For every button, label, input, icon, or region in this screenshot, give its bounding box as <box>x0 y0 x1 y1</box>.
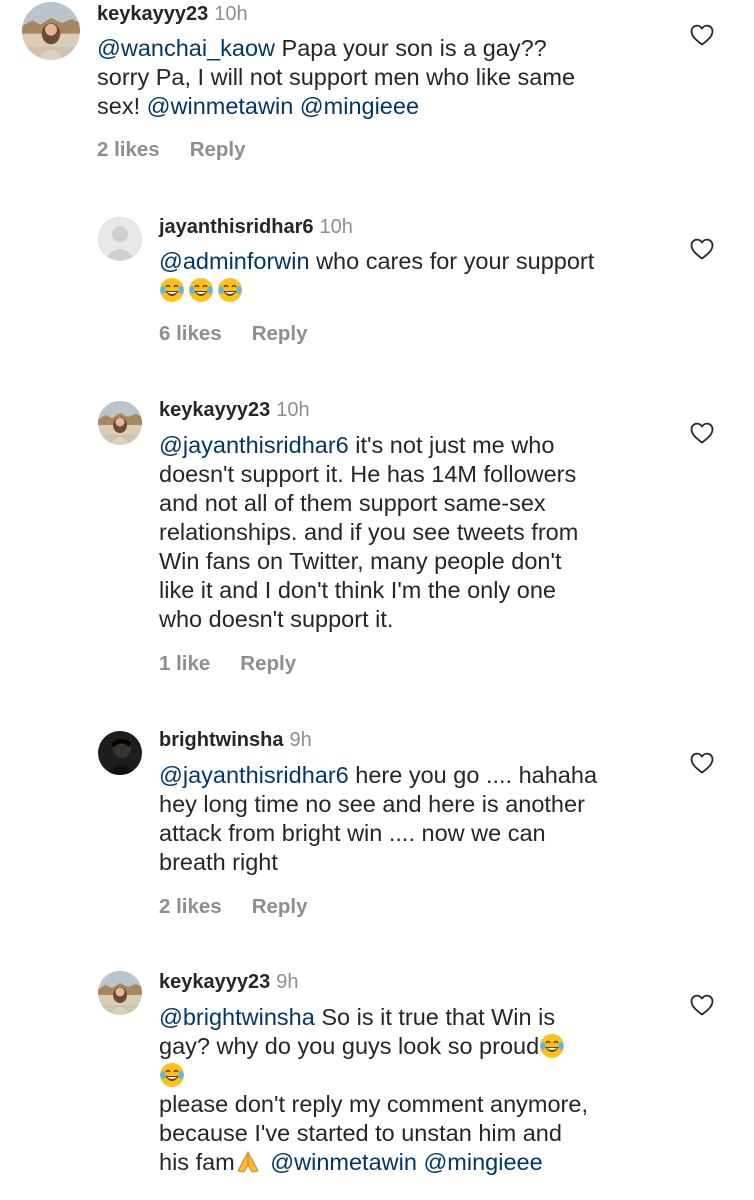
comment-text: @jayanthisridhar6 here you go .... hahah… <box>159 761 597 877</box>
comment-text: @jayanthisridhar6 it's not just me who do… <box>159 431 578 634</box>
comment-text-segment: and not all of them support same-sex <box>159 490 546 516</box>
likes-count[interactable]: 2 likes <box>159 895 222 918</box>
laughing-tears-emoji <box>217 277 243 303</box>
reply-button[interactable]: Reply <box>252 895 308 918</box>
folded-hands-emoji <box>235 1149 261 1175</box>
comment-header: keykayyy23 10h <box>97 2 248 26</box>
timestamp: 10h <box>276 399 310 421</box>
comment-text-segment: relationships. and if you see tweets fro… <box>159 519 579 545</box>
avatar[interactable] <box>98 401 142 445</box>
timestamp: 10h <box>319 216 353 238</box>
mention-link[interactable]: @jayanthisridhar6 <box>159 762 349 788</box>
avatar[interactable] <box>22 2 80 60</box>
comment-text-segment: hey long time no see and here is another <box>159 791 585 817</box>
comment-text-segment: So is it true that Win is <box>314 1004 556 1030</box>
laughing-tears-emoji <box>188 277 214 303</box>
comment-header: jayanthisridhar6 10h <box>159 215 353 239</box>
avatar[interactable] <box>98 971 142 1015</box>
heart-icon[interactable] <box>690 994 714 1016</box>
comment-header: brightwinsha 9h <box>159 728 312 752</box>
comment-text-segment: because I've started to unstan him and <box>159 1120 562 1146</box>
laughing-tears-emoji <box>539 1033 565 1059</box>
username[interactable]: keykayyy23 <box>159 399 270 421</box>
comment-text-segment: attack from bright win .... now we can <box>159 820 546 846</box>
mention-link[interactable]: @adminforwin <box>159 248 310 274</box>
comment-text-segment: who cares for your support <box>309 248 595 274</box>
username[interactable]: keykayyy23 <box>97 3 208 25</box>
timestamp: 10h <box>214 3 248 25</box>
comment-actions: 6 likes Reply <box>159 322 308 346</box>
comment-header: keykayyy23 10h <box>159 398 310 422</box>
timestamp: 9h <box>289 729 312 751</box>
timestamp: 9h <box>276 971 299 993</box>
mention-link[interactable]: @winmetawin <box>270 1149 417 1175</box>
comment-text-segment: sorry Pa, I will not support men who lik… <box>97 64 576 90</box>
reply-button[interactable]: Reply <box>252 322 308 345</box>
comment-text-segment: gay? why do you guys look so proud <box>159 1033 540 1059</box>
heart-icon[interactable] <box>690 422 714 444</box>
likes-count[interactable]: 6 likes <box>159 322 222 345</box>
comment-text-segment: doesn't support it. He has 14M followers <box>159 461 577 487</box>
comment-text-segment: it's not just me who <box>348 432 555 458</box>
reply-button[interactable]: Reply <box>240 652 296 675</box>
reply-button[interactable]: Reply <box>190 138 246 161</box>
comment-text: @wanchai_kaow Papa your son is a gay?? so… <box>97 34 575 121</box>
username[interactable]: jayanthisridhar6 <box>159 216 314 238</box>
comment-text-segment: sex! <box>97 93 147 119</box>
comment-text-segment: his fam <box>159 1149 235 1175</box>
username[interactable]: keykayyy23 <box>159 971 270 993</box>
comment-text-segment: Papa your son is a gay?? <box>275 35 547 61</box>
likes-count[interactable]: 1 like <box>159 652 210 675</box>
comment-text-segment: breath right <box>159 849 278 875</box>
comment-text: @adminforwin who cares for your support <box>159 247 594 305</box>
mention-link[interactable]: @jayanthisridhar6 <box>159 432 349 458</box>
comment-text-segment: please don't reply my comment anymore, <box>159 1091 588 1117</box>
avatar[interactable] <box>98 217 142 261</box>
mention-link[interactable]: @brightwinsha <box>159 1004 315 1030</box>
laughing-tears-emoji <box>159 1062 185 1088</box>
comment-text-segment: here you go .... hahaha <box>348 762 598 788</box>
username[interactable]: brightwinsha <box>159 729 283 751</box>
comment-text-segment: Win fans on Twitter, many people don't <box>159 548 562 574</box>
avatar[interactable] <box>98 731 142 775</box>
heart-icon[interactable] <box>690 238 714 260</box>
comment-text: @brightwinsha So is it true that Win is g… <box>159 1003 588 1177</box>
laughing-tears-emoji <box>159 277 185 303</box>
mention-link[interactable]: @wanchai_kaow <box>97 35 275 61</box>
mention-link[interactable]: @mingieee <box>300 93 419 119</box>
heart-icon[interactable] <box>690 24 714 46</box>
comment-actions: 2 likes Reply <box>97 138 246 162</box>
mention-link[interactable]: @mingieee <box>423 1149 542 1175</box>
likes-count[interactable]: 2 likes <box>97 138 160 161</box>
comment-header: keykayyy23 9h <box>159 970 298 994</box>
comment-text-segment: like it and I don't think I'm the only o… <box>159 577 556 603</box>
heart-icon[interactable] <box>690 752 714 774</box>
mention-link[interactable]: @winmetawin <box>147 93 294 119</box>
comment-actions: 1 like Reply <box>159 652 296 676</box>
comment-text-segment: who doesn't support it. <box>159 606 394 632</box>
comment-actions: 2 likes Reply <box>159 895 308 919</box>
